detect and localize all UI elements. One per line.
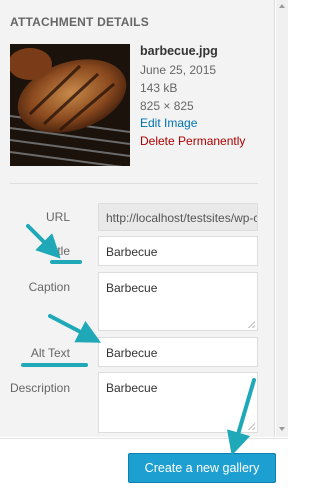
caption-textarea[interactable]: Barbecue	[98, 272, 258, 331]
caption-text: Barbecue	[106, 281, 158, 295]
title-label: Title	[47, 244, 70, 258]
details-divider	[10, 183, 258, 184]
description-textarea[interactable]: Barbecue	[98, 372, 258, 433]
scroll-up-arrow-icon[interactable]	[279, 4, 285, 8]
attachment-filesize: 143 kB	[140, 81, 178, 95]
barbecue-image	[10, 44, 130, 166]
title-input[interactable]: Barbecue	[98, 236, 258, 266]
attachment-filename: barbecue.jpg	[140, 44, 218, 58]
panel-scrollbar[interactable]	[276, 0, 288, 437]
attachment-details-panel: ATTACHMENT DETAILS barbecue.jpg June 25,…	[0, 0, 275, 437]
attachment-thumbnail[interactable]	[10, 44, 130, 166]
scroll-down-arrow-icon[interactable]	[279, 427, 285, 431]
caption-label: Caption	[28, 280, 70, 294]
alt-text-input[interactable]: Barbecue	[98, 337, 258, 367]
attachment-dimensions: 825 × 825	[140, 99, 194, 113]
resize-grip-icon[interactable]	[247, 422, 255, 430]
edit-image-link[interactable]: Edit Image	[140, 116, 197, 130]
panel-heading: ATTACHMENT DETAILS	[10, 15, 149, 29]
alt-text-label: Alt Text	[30, 346, 70, 360]
description-label: Description	[9, 381, 70, 395]
create-gallery-button[interactable]: Create a new gallery	[128, 453, 276, 483]
resize-grip-icon[interactable]	[247, 320, 255, 328]
delete-permanently-link[interactable]: Delete Permanently	[140, 134, 245, 148]
description-text: Barbecue	[106, 381, 158, 395]
attachment-date: June 25, 2015	[140, 63, 217, 77]
url-label: URL	[45, 210, 70, 224]
url-field[interactable]: http://localhost/testsites/wp-content/up…	[98, 203, 258, 231]
